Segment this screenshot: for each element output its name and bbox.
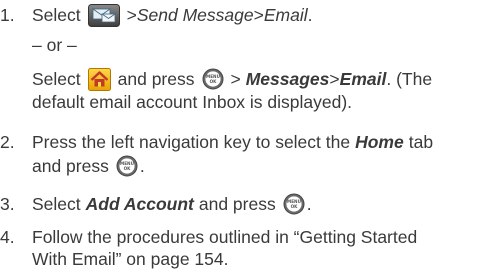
step-text: . (The (386, 69, 433, 89)
home-icon (87, 67, 111, 91)
step-number: 3. (0, 194, 15, 214)
menu-path-send-message: Send Message (136, 5, 254, 25)
step-1-line-2: – or – (0, 32, 77, 58)
svg-text:OK: OK (290, 204, 298, 209)
step-1-line-1: 1. Select > Send Message > Email. (0, 2, 313, 28)
svg-text:OK: OK (123, 166, 131, 171)
punctuation: . (306, 194, 312, 214)
step-3-line-1: 3. Select Add Account and press MENU OK … (0, 191, 312, 217)
step-text: Press the left navigation key to select … (32, 132, 351, 152)
step-number: 1. (0, 5, 15, 25)
mail-menu-icon (87, 3, 120, 27)
menu-separator: > (253, 5, 264, 25)
step-2-line-1: 2. Press the left navigation key to sele… (0, 129, 433, 155)
menu-ok-key-icon: MENU OK (283, 193, 305, 215)
punctuation: . (139, 156, 145, 176)
home-tab-label: Home (355, 132, 404, 152)
menu-separator: > (126, 5, 137, 25)
step-text: and press (198, 194, 276, 214)
step-text: Select (32, 5, 81, 25)
step-1-line-4: default email account Inbox is displayed… (0, 89, 352, 115)
page-reference: With Email” on page 154. (32, 249, 229, 269)
punctuation: . (307, 5, 313, 25)
step-2-line-2: and press MENU OK . (0, 153, 145, 179)
or-divider: – or – (32, 35, 77, 55)
add-account-label: Add Account (85, 194, 194, 214)
menu-ok-key-icon: MENU OK (116, 155, 138, 177)
step-number: 2. (0, 132, 15, 152)
menu-path-email: Email (263, 5, 308, 25)
step-text: tab (408, 132, 434, 152)
svg-text:OK: OK (209, 79, 217, 84)
step-text: and press (32, 156, 109, 176)
step-text: Select (32, 194, 81, 214)
step-text: default email account Inbox is displayed… (32, 92, 353, 112)
step-4-line-2: With Email” on page 154. (0, 246, 229, 272)
menu-ok-key-icon: MENU OK (202, 68, 224, 90)
